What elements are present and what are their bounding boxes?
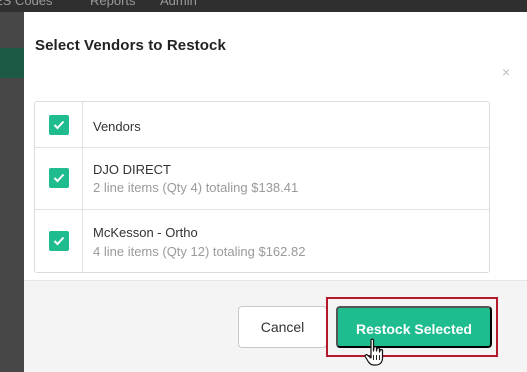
modal-title: Select Vendors to Restock [35,37,226,54]
vendor-name: DJO DIRECT [93,162,171,177]
close-icon[interactable]: × [502,65,510,79]
vendor-row[interactable]: DJO DIRECT 2 line items (Qty 4) totaling… [35,148,489,210]
vendor-summary: 4 line items (Qty 12) totaling $162.82 [93,244,306,259]
app-sidebar-accent [0,48,24,78]
vendor-name: McKesson - Ortho [93,225,198,240]
vendors-header-row: Vendors [35,102,489,148]
checkmark-icon [53,173,65,183]
nav-item-es-codes: ES Codes [0,0,53,8]
checkmark-icon [53,236,65,246]
vendor-list: Vendors DJO DIRECT 2 line items (Qty 4) … [34,101,490,273]
check-cell [35,210,83,272]
vendor-row[interactable]: McKesson - Ortho 4 line items (Qty 12) t… [35,210,489,272]
cancel-button[interactable]: Cancel [238,306,327,348]
checkmark-icon [53,120,65,130]
check-cell [35,148,83,209]
vendors-header-label: Vendors [93,119,141,134]
vendor-checkbox[interactable] [49,168,69,188]
vendor-checkbox[interactable] [49,231,69,251]
hand-pointer-icon [364,338,384,366]
check-cell [35,102,83,147]
vendor-summary: 2 line items (Qty 4) totaling $138.41 [93,180,299,195]
select-all-checkbox[interactable] [49,115,69,135]
nav-item-admin: Admin [160,0,197,8]
nav-item-reports: Reports [90,0,136,8]
restock-selected-button[interactable]: Restock Selected [336,306,492,348]
app-navbar: ES Codes Reports Admin [0,0,527,12]
